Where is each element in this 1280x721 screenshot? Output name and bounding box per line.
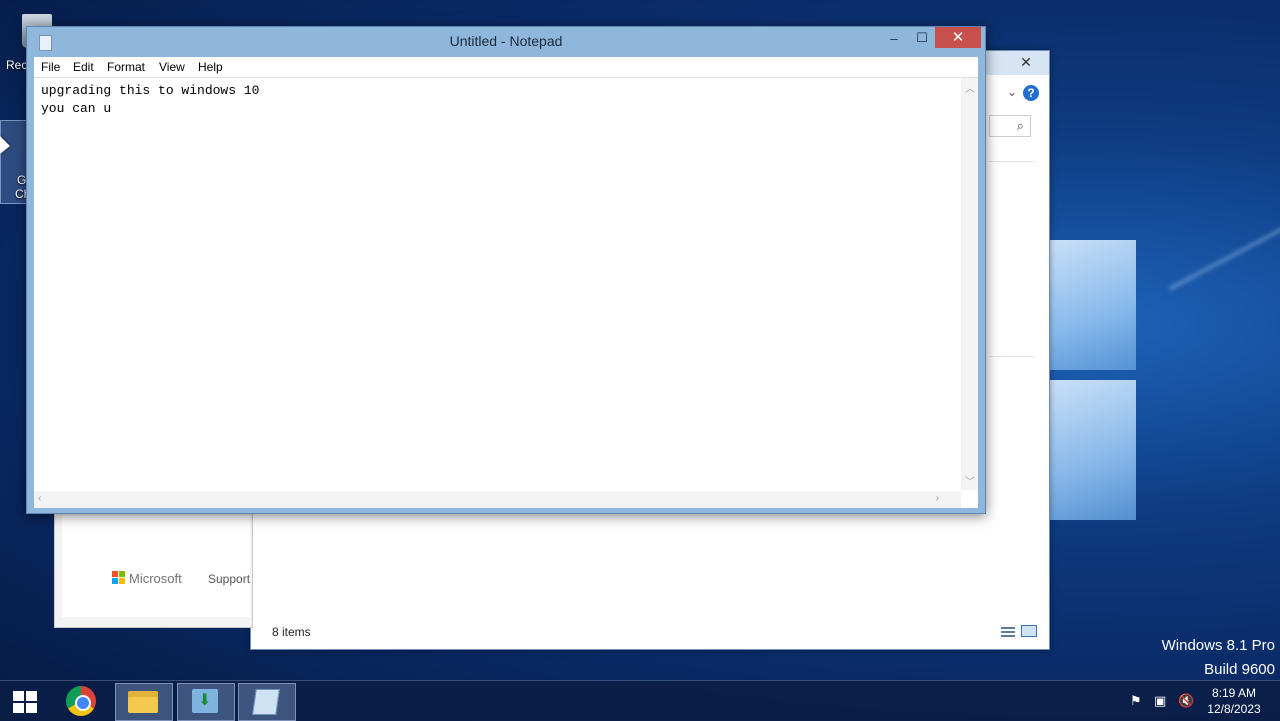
details-view-icon[interactable]: [1001, 627, 1015, 637]
chrome-shortcut-label: G: [17, 173, 27, 187]
window-title: Untitled - Notepad: [449, 33, 563, 49]
search-icon[interactable]: ⌕: [1017, 118, 1024, 134]
search-input[interactable]: ⌕: [989, 115, 1031, 137]
vertical-scrollbar[interactable]: ︿ ﹀: [961, 78, 978, 490]
scroll-right-icon[interactable]: ›: [936, 493, 939, 504]
start-button[interactable]: [0, 683, 50, 719]
os-edition-watermark: Windows 8.1 Pro: [1161, 637, 1275, 654]
chevron-down-icon[interactable]: ⌄: [1007, 85, 1017, 99]
divider: [989, 161, 1035, 162]
chrome-icon[interactable]: [66, 686, 96, 716]
notepad-icon: [252, 689, 280, 715]
menu-view[interactable]: View: [159, 60, 185, 74]
status-bar-item-count: 8 items: [272, 625, 311, 639]
menu-edit[interactable]: Edit: [73, 60, 94, 74]
microsoft-logo-icon: [112, 571, 125, 584]
taskbar: ⚑ ▣ 🔇 8:19 AM 12/8/2023: [0, 680, 1280, 721]
notepad-window[interactable]: Untitled - Notepad – ☐ ✕ File Edit Forma…: [26, 26, 986, 514]
support-link[interactable]: Support: [208, 572, 250, 586]
clock-time: 8:19 AM: [1211, 686, 1257, 700]
menu-file[interactable]: File: [41, 60, 60, 74]
large-icons-view-icon[interactable]: [1021, 625, 1037, 637]
text-editor-area[interactable]: upgrading this to windows 10 you can u ︿…: [34, 77, 978, 508]
editor-line: upgrading this to windows 10: [41, 83, 260, 98]
divider: [989, 356, 1035, 357]
mouse-cursor-icon: [0, 136, 10, 154]
clock-date: 12/8/2023: [1207, 702, 1261, 716]
maximize-button[interactable]: ☐: [909, 29, 935, 49]
menu-bar: File Edit Format View Help: [34, 57, 978, 77]
system-clock[interactable]: 8:19 AM 12/8/2023: [1204, 685, 1264, 717]
windows-start-icon: [13, 691, 37, 713]
support-window[interactable]: Microsoft Support: [54, 512, 253, 628]
wallpaper-windows-logo: [1050, 232, 1136, 522]
file-explorer-icon: [128, 691, 158, 713]
os-build-watermark: Build 9600: [1204, 661, 1275, 678]
horizontal-scrollbar[interactable]: ‹ ›: [34, 491, 961, 508]
scroll-down-icon[interactable]: ﹀: [965, 473, 975, 488]
minimize-button[interactable]: –: [881, 29, 907, 49]
explorer-close-button[interactable]: ✕: [1004, 52, 1048, 72]
help-icon[interactable]: ?: [1023, 85, 1039, 101]
wallpaper-light-streak: [1168, 212, 1280, 291]
menu-format[interactable]: Format: [107, 60, 145, 74]
support-content: Microsoft Support: [62, 515, 250, 617]
menu-help[interactable]: Help: [198, 60, 223, 74]
recycle-bin-label: Rec: [6, 58, 28, 72]
close-button[interactable]: ✕: [935, 27, 981, 48]
microsoft-brand-text: Microsoft: [129, 571, 182, 586]
editor-line: you can u: [41, 101, 112, 116]
volume-muted-icon[interactable]: 🔇: [1178, 693, 1194, 709]
scroll-left-icon[interactable]: ‹: [38, 493, 41, 504]
network-icon[interactable]: ▣: [1154, 693, 1166, 709]
editor-text: upgrading this to windows 10 you can u: [41, 82, 259, 118]
scroll-up-icon[interactable]: ︿: [965, 80, 975, 95]
action-center-flag-icon[interactable]: ⚑: [1130, 693, 1142, 709]
download-icon: [192, 689, 218, 713]
